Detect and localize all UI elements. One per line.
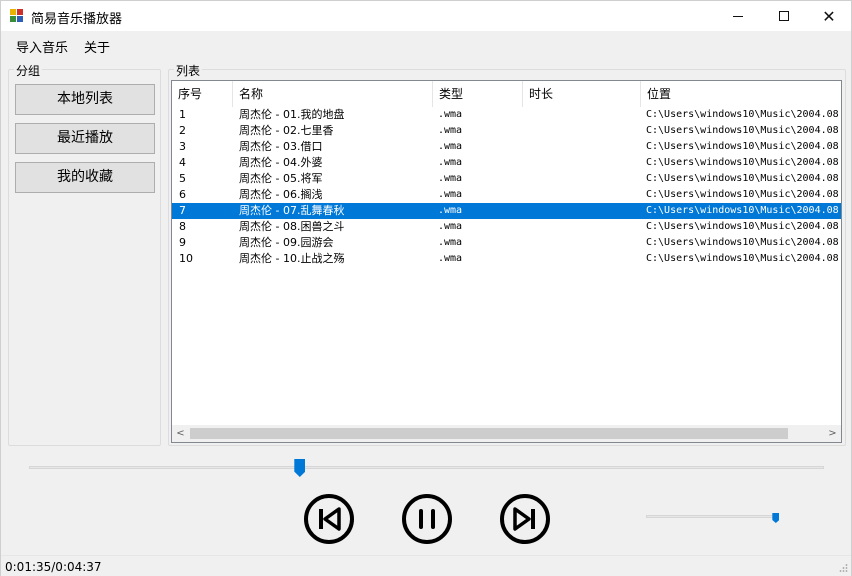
cell-index: 4	[179, 156, 186, 169]
cell-index: 7	[179, 204, 186, 217]
cell-type: .wma	[438, 109, 463, 120]
resize-grip-icon[interactable]	[838, 563, 848, 573]
cell-name: 周杰伦 - 07.乱舞春秋	[239, 204, 345, 217]
previous-icon	[304, 494, 354, 544]
cell-type: .wma	[438, 141, 463, 152]
table-row[interactable]: 1 周杰伦 - 01.我的地盘 .wma C:\Users\windows10\Mus…	[172, 107, 842, 123]
maximize-button[interactable]	[761, 1, 807, 31]
cell-path: C:\Users\windows10\Music\2004.08.	[646, 109, 842, 120]
cell-path: C:\Users\windows10\Music\2004.08.	[646, 237, 842, 248]
cell-type: .wma	[438, 173, 463, 184]
scrollbar-thumb[interactable]	[190, 428, 788, 439]
cell-path: C:\Users\windows10\Music\2004.08.	[646, 173, 842, 184]
column-header-index[interactable]: 序号	[172, 81, 233, 107]
status-bar: 0:01:35/0:04:37	[1, 555, 851, 576]
group-legend: 分组	[14, 62, 43, 79]
scroll-left-icon[interactable]: <	[172, 425, 189, 442]
next-icon	[500, 494, 550, 544]
table-row[interactable]: 7 周杰伦 - 07.乱舞春秋 .wma C:\Users\windows10\Mus…	[172, 203, 842, 219]
playback-time: 0:01:35/0:04:37	[5, 560, 102, 574]
cell-name: 周杰伦 - 04.外婆	[239, 156, 323, 169]
close-icon: ✕	[822, 6, 836, 26]
table-row[interactable]: 4 周杰伦 - 04.外婆 .wma C:\Users\windows10\Music…	[172, 155, 842, 171]
pause-button[interactable]	[401, 493, 453, 545]
cell-path: C:\Users\windows10\Music\2004.08.	[646, 141, 842, 152]
cell-type: .wma	[438, 237, 463, 248]
table-row[interactable]: 6 周杰伦 - 06.搁浅 .wma C:\Users\windows10\Music…	[172, 187, 842, 203]
cell-path: C:\Users\windows10\Music\2004.08.	[646, 125, 842, 136]
cell-name: 周杰伦 - 01.我的地盘	[239, 108, 345, 121]
column-header-type[interactable]: 类型	[433, 81, 523, 107]
cell-type: .wma	[438, 189, 463, 200]
menu-about[interactable]: 关于	[84, 37, 110, 56]
menu-bar: 导入音乐 关于	[1, 32, 851, 56]
cell-type: .wma	[438, 157, 463, 168]
progress-slider-track[interactable]	[29, 466, 824, 469]
cell-index: 3	[179, 140, 186, 153]
cell-name: 周杰伦 - 02.七里香	[239, 124, 334, 137]
cell-path: C:\Users\windows10\Music\2004.08.	[646, 221, 842, 232]
cell-name: 周杰伦 - 09.园游会	[239, 236, 334, 249]
table-row[interactable]: 2 周杰伦 - 02.七里香 .wma C:\Users\windows10\Musi…	[172, 123, 842, 139]
cell-index: 1	[179, 108, 186, 121]
cell-type: .wma	[438, 253, 463, 264]
table-row[interactable]: 8 周杰伦 - 08.困兽之斗 .wma C:\Users\windows10\Mus…	[172, 219, 842, 235]
cell-type: .wma	[438, 125, 463, 136]
table-row[interactable]: 3 周杰伦 - 03.借口 .wma C:\Users\windows10\Music…	[172, 139, 842, 155]
cell-type: .wma	[438, 205, 463, 216]
group-box-categories: 分组 本地列表 最近播放 我的收藏	[8, 62, 161, 446]
local-list-button[interactable]: 本地列表	[15, 84, 155, 115]
cell-name: 周杰伦 - 10.止战之殇	[239, 252, 345, 265]
close-button[interactable]: ✕	[806, 1, 852, 31]
cell-type: .wma	[438, 221, 463, 232]
next-button[interactable]	[499, 493, 551, 545]
previous-button[interactable]	[303, 493, 355, 545]
table-row[interactable]: 9 周杰伦 - 09.园游会 .wma C:\Users\windows10\Musi…	[172, 235, 842, 251]
cell-index: 9	[179, 236, 186, 249]
listview-header: 序号 名称 类型 时长 位置	[172, 81, 841, 107]
listview-rows: 1 周杰伦 - 01.我的地盘 .wma C:\Users\windows10\Mus…	[172, 107, 842, 267]
table-row[interactable]: 10 周杰伦 - 10.止战之殇 .wma C:\Users\windows10\Mu…	[172, 251, 842, 267]
cell-name: 周杰伦 - 06.搁浅	[239, 188, 323, 201]
title-bar[interactable]: 简易音乐播放器 ✕	[1, 1, 851, 31]
cell-name: 周杰伦 - 03.借口	[239, 140, 323, 153]
cell-path: C:\Users\windows10\Music\2004.08.	[646, 157, 842, 168]
volume-slider-track[interactable]	[646, 515, 779, 518]
minimize-icon	[733, 15, 743, 17]
minimize-button[interactable]	[715, 1, 761, 31]
recent-play-button[interactable]: 最近播放	[15, 123, 155, 154]
playlist-listview[interactable]: 序号 名称 类型 时长 位置 1 周杰伦 - 01.我的地盘 .wma C:\User…	[171, 80, 842, 443]
cell-index: 2	[179, 124, 186, 137]
cell-index: 5	[179, 172, 186, 185]
table-row[interactable]: 5 周杰伦 - 05.将军 .wma C:\Users\windows10\Music…	[172, 171, 842, 187]
maximize-icon	[779, 11, 789, 21]
cell-name: 周杰伦 - 05.将军	[239, 172, 323, 185]
pause-icon	[402, 494, 452, 544]
column-header-path[interactable]: 位置	[641, 81, 841, 107]
cell-index: 8	[179, 220, 186, 233]
window-title: 简易音乐播放器	[31, 12, 123, 27]
app-window: 简易音乐播放器 ✕ 导入音乐 关于 分组 本地列表 最近播放 我的收藏 列表 序…	[0, 0, 852, 576]
app-window-icon	[10, 9, 24, 22]
column-header-name[interactable]: 名称	[233, 81, 433, 107]
horizontal-scrollbar[interactable]: < >	[172, 425, 841, 442]
cell-path: C:\Users\windows10\Music\2004.08.	[646, 253, 842, 264]
cell-name: 周杰伦 - 08.困兽之斗	[239, 220, 345, 233]
scroll-right-icon[interactable]: >	[824, 425, 841, 442]
volume-slider-thumb[interactable]	[772, 513, 780, 523]
group-legend: 列表	[174, 62, 203, 79]
cell-index: 10	[179, 252, 193, 265]
column-header-duration[interactable]: 时长	[523, 81, 641, 107]
cell-path: C:\Users\windows10\Music\2004.08.	[646, 205, 842, 216]
cell-path: C:\Users\windows10\Music\2004.08.	[646, 189, 842, 200]
favorites-button[interactable]: 我的收藏	[15, 162, 155, 193]
progress-slider-thumb[interactable]	[294, 459, 306, 477]
menu-import-music[interactable]: 导入音乐	[16, 37, 68, 56]
cell-index: 6	[179, 188, 186, 201]
